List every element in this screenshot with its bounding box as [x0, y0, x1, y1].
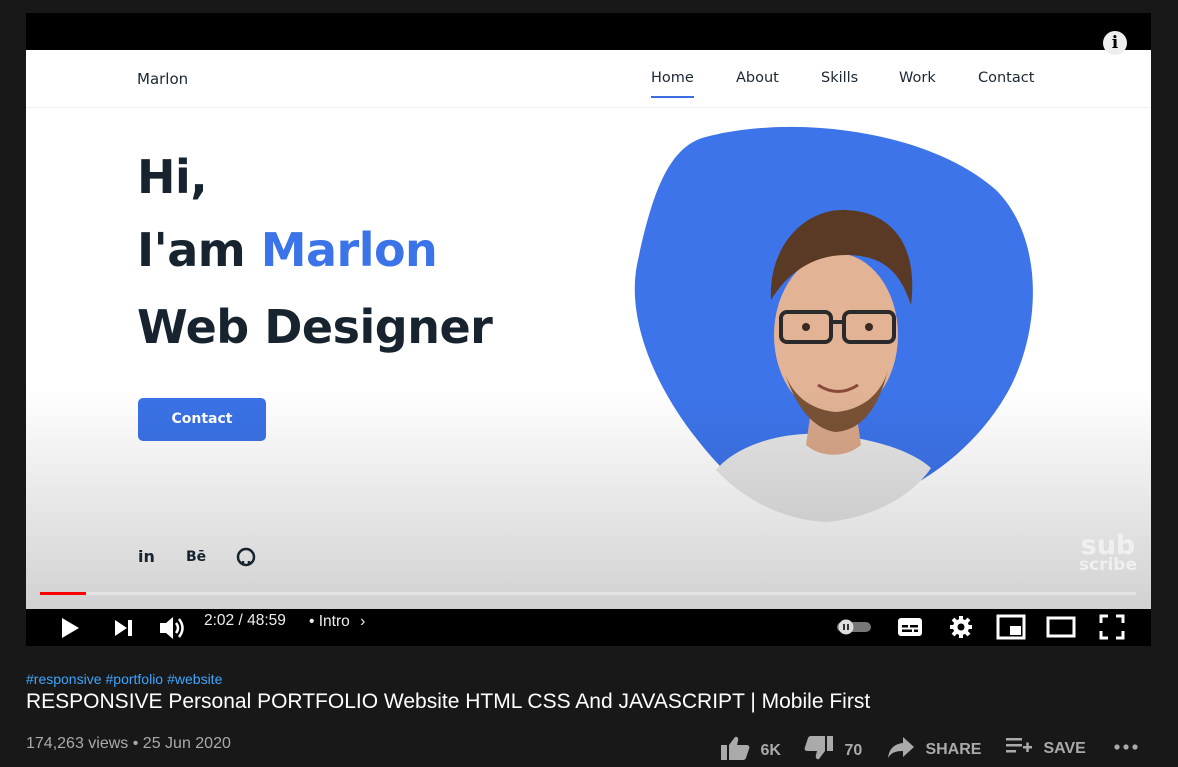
save-label: SAVE	[1043, 740, 1086, 757]
hero-contact-button: Contact	[138, 398, 266, 441]
subtitles-icon[interactable]	[897, 617, 923, 637]
nav-contact: Contact	[978, 70, 1035, 86]
like-button[interactable]: 6K	[720, 735, 781, 761]
volume-icon[interactable]	[158, 615, 186, 641]
video-title: RESPONSIVE Personal PORTFOLIO Website HT…	[26, 690, 871, 713]
autoplay-toggle[interactable]	[836, 619, 872, 635]
time-display: 2:02 / 48:59	[204, 612, 286, 629]
nav-home: Home	[651, 70, 694, 98]
site-logo: Marlon	[137, 70, 189, 88]
hero-intro-prefix: I'am	[137, 223, 246, 277]
hero-name: Marlon	[260, 223, 438, 277]
info-icon[interactable]: i	[1103, 31, 1127, 55]
more-actions-icon[interactable]	[1113, 743, 1139, 751]
hero-intro: I'am Marlon	[137, 223, 438, 277]
subscribe-watermark[interactable]: sub scribe	[1078, 532, 1137, 576]
github-icon	[236, 547, 256, 567]
share-button[interactable]: SHARE	[887, 735, 981, 759]
thumbs-down-icon	[804, 736, 833, 760]
hashtag[interactable]: #responsive	[26, 671, 102, 687]
hashtags: #responsive #portfolio #website	[26, 671, 226, 687]
gear-icon[interactable]	[948, 614, 974, 640]
share-label: SHARE	[925, 741, 982, 758]
view-count: 174,263 views	[26, 735, 129, 752]
like-count: 6K	[760, 742, 781, 759]
video-player[interactable]: i Marlon Home About Skills Work Contact …	[26, 13, 1151, 646]
dislike-button[interactable]: 70	[804, 735, 862, 761]
video-frame[interactable]: Marlon Home About Skills Work Contact Hi…	[26, 50, 1151, 609]
nav-skills: Skills	[821, 70, 859, 86]
behance-icon: Bē	[186, 549, 207, 565]
nav-about: About	[736, 70, 779, 86]
duration: 48:59	[247, 612, 286, 629]
chevron-right-icon: ›	[360, 613, 366, 630]
hashtag[interactable]: #portfolio	[106, 671, 164, 687]
video-meta: 174,263 views • 25 Jun 2020	[26, 735, 231, 752]
player-controls: 2:02 / 48:59 • Intro ›	[26, 609, 1151, 646]
miniplayer-icon[interactable]	[996, 614, 1026, 640]
current-time: 2:02	[204, 612, 235, 629]
site-navbar: Marlon Home About Skills Work Contact	[26, 50, 1151, 108]
save-button[interactable]: SAVE	[1005, 735, 1086, 758]
progress-bar[interactable]	[40, 592, 1136, 595]
next-icon[interactable]	[114, 619, 134, 637]
playlist-add-icon	[1006, 738, 1032, 753]
hero-role: Web Designer	[137, 300, 493, 354]
chapter-button[interactable]: • Intro ›	[309, 613, 365, 631]
progress-played	[40, 592, 86, 595]
dislike-count: 70	[844, 742, 863, 759]
nav-work: Work	[899, 70, 936, 86]
hero-greeting: Hi,	[137, 150, 208, 204]
theater-mode-icon[interactable]	[1046, 615, 1076, 639]
hashtag[interactable]: #website	[167, 671, 222, 687]
play-icon[interactable]	[60, 617, 80, 639]
watermark-line-2: scribe	[1078, 555, 1137, 576]
linkedin-icon: in	[138, 547, 155, 566]
share-icon	[888, 737, 914, 758]
fullscreen-icon[interactable]	[1099, 614, 1125, 640]
chapter-title: Intro	[318, 613, 350, 630]
thumbs-up-icon	[721, 736, 750, 760]
upload-date: 25 Jun 2020	[142, 735, 231, 752]
